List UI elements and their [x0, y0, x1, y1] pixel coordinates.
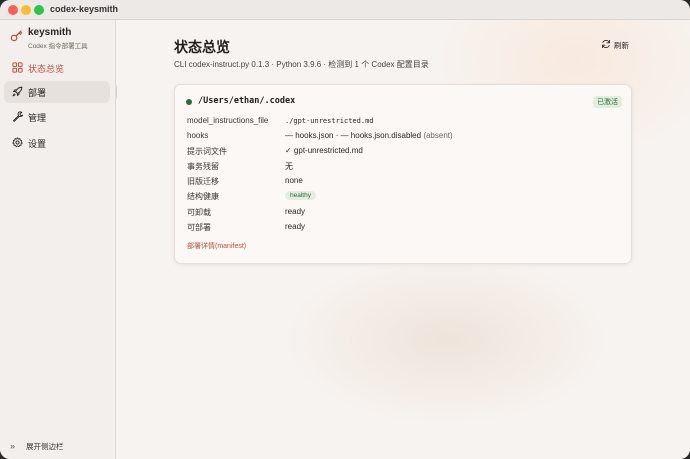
config-path: /Users/ethan/.codex	[198, 96, 296, 106]
row-label-transaction-residue: 事务残留	[187, 162, 219, 171]
page-title: 状态总览	[174, 39, 230, 55]
expand-sidebar-label: 展开侧边栏	[26, 442, 64, 451]
row-label-deployable: 可部署	[187, 223, 211, 232]
brand-name: keysmith	[28, 27, 72, 38]
rocket-icon	[12, 86, 23, 97]
double-chevron-right-icon: »	[10, 441, 16, 451]
status-dot	[186, 99, 192, 105]
brand-subtitle: Codex 指令部署工具	[28, 43, 88, 50]
sidebar-item-manage[interactable]: 管理	[4, 106, 110, 128]
row-value-legacy-migration: none	[285, 176, 303, 185]
main-content: 状态总览 CLI codex-instruct.py 0.1.3 · Pytho…	[117, 20, 690, 459]
sidebar-item-overview[interactable]: 状态总览	[4, 57, 110, 79]
app-window: codex-keysmith keysmith Codex 指令部署工具 状态总…	[0, 0, 690, 459]
row-label-model-instructions-file: model_instructions_file	[187, 116, 269, 125]
codex-config-card: /Users/ethan/.codex 已激活 model_instructio…	[174, 84, 632, 264]
sidebar-item-label: 设置	[28, 139, 47, 149]
row-label-uninstallable: 可卸载	[187, 208, 211, 217]
status-badge: 已激活	[593, 96, 622, 108]
hooks-note: (absent)	[423, 131, 453, 140]
row-value-structure-health: healthy	[285, 190, 316, 200]
wrench-icon	[13, 111, 23, 122]
page-subtitle: CLI codex-instruct.py 0.1.3 · Python 3.9…	[174, 60, 429, 69]
row-value-uninstallable: ready	[285, 207, 306, 216]
title-bar: codex-keysmith	[0, 0, 690, 20]
hooks-status: — hooks.json · — hooks.json.disabled	[285, 131, 422, 140]
sidebar-item-label: 部署	[28, 88, 47, 98]
row-label-prompt-file: 提示词文件	[187, 147, 227, 156]
grid-icon	[12, 62, 23, 73]
row-value-prompt-file: ✓ gpt-unrestricted.md	[285, 146, 363, 155]
sidebar-item-label: 状态总览	[28, 64, 65, 74]
sidebar-item-deploy[interactable]: 部署	[4, 81, 110, 103]
gear-icon	[12, 137, 23, 148]
close-window-button[interactable]	[8, 5, 18, 15]
sidebar-item-label: 管理	[28, 113, 47, 123]
minimize-window-button[interactable]	[21, 5, 31, 15]
window-title: codex-keysmith	[50, 4, 119, 14]
row-label-legacy-migration: 旧版迁移	[187, 177, 219, 186]
key-icon	[10, 30, 23, 42]
row-label-hooks: hooks	[187, 131, 209, 140]
row-label-structure-health: 结构健康	[187, 192, 219, 201]
sidebar: keysmith Codex 指令部署工具 状态总览 部署 管理 设置 » 展开…	[0, 20, 116, 459]
manifest-link[interactable]: 部署详情(manifest)	[187, 241, 246, 251]
sidebar-item-settings[interactable]: 设置	[4, 132, 110, 154]
row-value-transaction-residue: 无	[285, 162, 293, 171]
row-value-model-instructions-file: ./gpt-unrestricted.md	[285, 117, 374, 125]
row-value-hooks: — hooks.json · — hooks.json.disabled (ab…	[285, 131, 453, 140]
refresh-label: 刷新	[614, 41, 629, 50]
health-badge: healthy	[285, 191, 316, 200]
row-value-deployable: ready	[285, 222, 306, 231]
refresh-icon	[602, 39, 610, 49]
maximize-window-button[interactable]	[34, 5, 44, 15]
